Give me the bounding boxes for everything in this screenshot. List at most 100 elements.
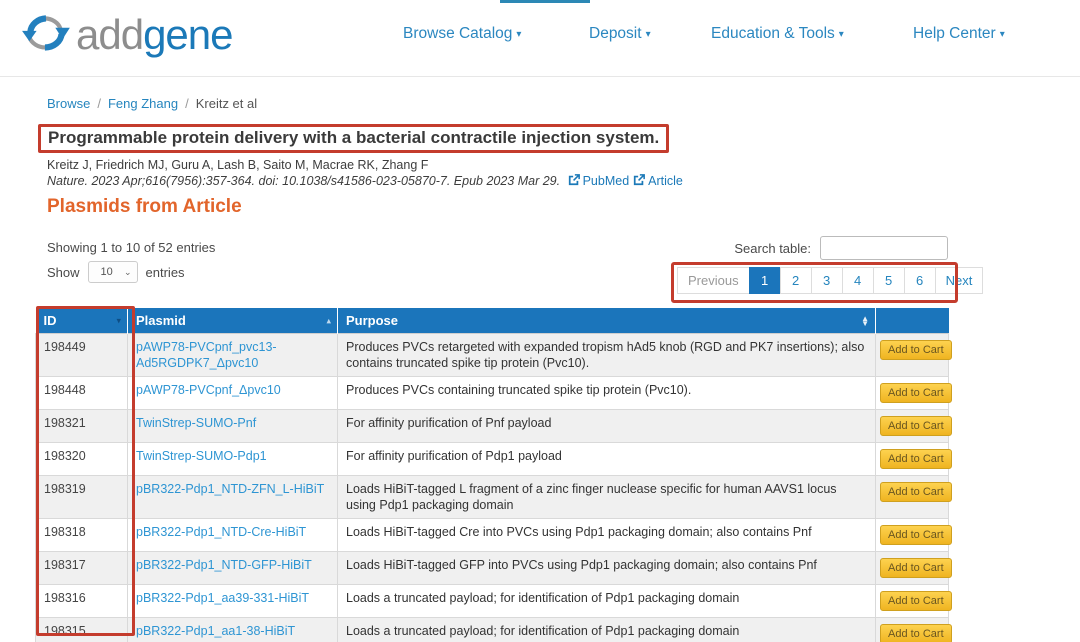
plasmid-link[interactable]: pAWP78-PVCpnf_pvc13-Ad5RGDPK7_Δpvc10 (136, 340, 277, 370)
cell-plasmid: TwinStrep-SUMO-Pnf (128, 410, 338, 443)
table-body: 198449 pAWP78-PVCpnf_pvc13-Ad5RGDPK7_Δpvc… (36, 334, 949, 642)
sort-asc-icon[interactable]: ▴ (326, 316, 331, 325)
pagination: Previous123456Next (678, 267, 983, 294)
pagination-page-2[interactable]: 2 (780, 267, 812, 294)
pagination-page-4[interactable]: 4 (842, 267, 874, 294)
add-to-cart-button[interactable]: Add to Cart (880, 340, 952, 360)
pagination-page-3[interactable]: 3 (811, 267, 843, 294)
cell-id: 198449 (36, 334, 128, 377)
section-heading: Plasmids from Article (47, 196, 242, 218)
caret-down-icon: ▾ (516, 29, 521, 40)
page-size-select[interactable]: 10 ⌄ (88, 261, 138, 283)
article-citation: Nature. 2023 Apr;616(7956):357-364. doi:… (47, 174, 683, 188)
cell-action: Add to Cart (876, 519, 949, 552)
article-title: Programmable protein delivery with a bac… (48, 128, 659, 148)
add-to-cart-button[interactable]: Add to Cart (880, 482, 952, 502)
cell-action: Add to Cart (876, 377, 949, 410)
cell-purpose: For affinity purification of Pnf payload (338, 410, 876, 443)
site-header: addgene Browse Catalog▾Deposit▾Education… (0, 0, 1080, 77)
add-to-cart-button[interactable]: Add to Cart (880, 624, 952, 642)
pagination-previous: Previous (677, 267, 750, 294)
cell-action: Add to Cart (876, 552, 949, 585)
citation-link-pubmed[interactable]: PubMed (568, 174, 630, 188)
table-row: 198318pBR322-Pdp1_NTD-Cre-HiBiTLoads HiB… (36, 519, 949, 552)
cell-purpose: Loads a truncated payload; for identific… (338, 618, 876, 642)
cell-purpose: Loads HiBiT-tagged L fragment of a zinc … (338, 476, 876, 519)
sort-down-glyph: ▼ (861, 321, 869, 326)
plasmid-link[interactable]: pBR322-Pdp1_NTD-Cre-HiBiT (136, 525, 306, 539)
caret-down-icon: ▾ (839, 29, 844, 40)
plasmid-link[interactable]: pBR322-Pdp1_aa1-38-HiBiT (136, 624, 295, 638)
table-row: 198319 pBR322-Pdp1_NTD-ZFN_L-HiBiT Loads H… (36, 476, 949, 519)
nav-item-education-tools[interactable]: Education & Tools▾ (711, 25, 844, 43)
cell-id: 198319 (36, 476, 128, 519)
breadcrumb-link[interactable]: Browse (47, 96, 90, 111)
cell-id: 198321 (36, 410, 128, 443)
sort-both-icon[interactable]: ▲▼ (861, 316, 869, 326)
cell-purpose: Loads HiBiT-tagged GFP into PVCs using P… (338, 552, 876, 585)
nav-item-deposit[interactable]: Deposit▾ (589, 25, 651, 43)
show-label: Show (47, 265, 80, 280)
column-header-purpose[interactable]: Purpose▲▼ (338, 308, 876, 334)
search-input[interactable] (820, 236, 948, 260)
cell-plasmid: pBR322-Pdp1_NTD-GFP-HiBiT (128, 552, 338, 585)
cell-action: Add to Cart (876, 585, 949, 618)
cell-purpose: For affinity purification of Pdp1 payloa… (338, 443, 876, 476)
sort-desc-icon[interactable]: ▾ (116, 316, 121, 325)
search-table-control: Search table: (660, 236, 948, 260)
cell-plasmid: pAWP78-PVCpnf_Δpvc10 (128, 377, 338, 410)
cell-plasmid: pBR322-Pdp1_aa39-331-HiBiT (128, 585, 338, 618)
cell-id: 198320 (36, 443, 128, 476)
cell-id: 198448 (36, 377, 128, 410)
plasmid-table: ID▾Plasmid▴Purpose▲▼ 198449 pAWP78-PVCpnf… (35, 308, 949, 642)
breadcrumb: Browse/Feng Zhang/Kreitz et al (47, 96, 257, 111)
cell-purpose: Produces PVCs retargeted with expanded t… (338, 334, 876, 377)
column-header-actions (876, 308, 949, 334)
search-label: Search table: (734, 241, 811, 256)
page-size-value: 10 (101, 266, 113, 278)
cell-plasmid: pAWP78-PVCpnf_pvc13-Ad5RGDPK7_Δpvc10 (128, 334, 338, 377)
add-to-cart-button[interactable]: Add to Cart (880, 416, 952, 436)
table-row: 198316 pBR322-Pdp1_aa39-331-HiBiT Loads a … (36, 585, 949, 618)
plasmid-link[interactable]: pBR322-Pdp1_aa39-331-HiBiT (136, 591, 309, 605)
pagination-page-6[interactable]: 6 (904, 267, 936, 294)
pagination-next[interactable]: Next (935, 267, 984, 294)
cell-purpose: Produces PVCs containing truncated spike… (338, 377, 876, 410)
cell-id: 198316 (36, 585, 128, 618)
nav-item-browse-catalog[interactable]: Browse Catalog▾ (403, 25, 521, 43)
plasmid-link[interactable]: pBR322-Pdp1_NTD-GFP-HiBiT (136, 558, 312, 572)
column-header-plasmid[interactable]: Plasmid▴ (128, 308, 338, 334)
cell-purpose: Loads a truncated payload; for identific… (338, 585, 876, 618)
cell-action: Add to Cart (876, 443, 949, 476)
add-to-cart-button[interactable]: Add to Cart (880, 525, 952, 545)
plasmid-link[interactable]: TwinStrep-SUMO-Pnf (136, 416, 256, 430)
cell-plasmid: pBR322-Pdp1_aa1-38-HiBiT (128, 618, 338, 642)
pagination-page-5[interactable]: 5 (873, 267, 905, 294)
column-header-id[interactable]: ID▾ (36, 308, 128, 334)
plasmid-link[interactable]: pAWP78-PVCpnf_Δpvc10 (136, 383, 281, 397)
add-to-cart-button[interactable]: Add to Cart (880, 591, 952, 611)
breadcrumb-link[interactable]: Feng Zhang (108, 96, 178, 111)
pagination-page-1[interactable]: 1 (749, 267, 781, 294)
caret-down-icon: ▾ (646, 29, 651, 40)
entries-label: entries (146, 265, 185, 280)
table-row: 198315 pBR322-Pdp1_aa1-38-HiBiT Loads a tr… (36, 618, 949, 642)
add-to-cart-button[interactable]: Add to Cart (880, 558, 952, 578)
external-link-icon (633, 174, 645, 186)
nav-item-help-center[interactable]: Help Center▾ (913, 25, 1005, 43)
cell-id: 198315 (36, 618, 128, 642)
citation-links: PubMedArticle (564, 174, 683, 188)
caret-down-icon: ▾ (1000, 29, 1005, 40)
table-row: 198321 TwinStrep-SUMO-Pnf For affinity pur… (36, 410, 949, 443)
breadcrumb-separator: / (97, 96, 101, 111)
plasmid-link[interactable]: pBR322-Pdp1_NTD-ZFN_L-HiBiT (136, 482, 324, 496)
cell-action: Add to Cart (876, 618, 949, 642)
cell-plasmid: TwinStrep-SUMO-Pdp1 (128, 443, 338, 476)
add-to-cart-button[interactable]: Add to Cart (880, 383, 952, 403)
cell-action: Add to Cart (876, 410, 949, 443)
plasmid-link[interactable]: TwinStrep-SUMO-Pdp1 (136, 449, 267, 463)
cell-id: 198318 (36, 519, 128, 552)
citation-link-article[interactable]: Article (633, 174, 683, 188)
add-to-cart-button[interactable]: Add to Cart (880, 449, 952, 469)
table-row: 198320 TwinStrep-SUMO-Pdp1 For affinity pu… (36, 443, 949, 476)
